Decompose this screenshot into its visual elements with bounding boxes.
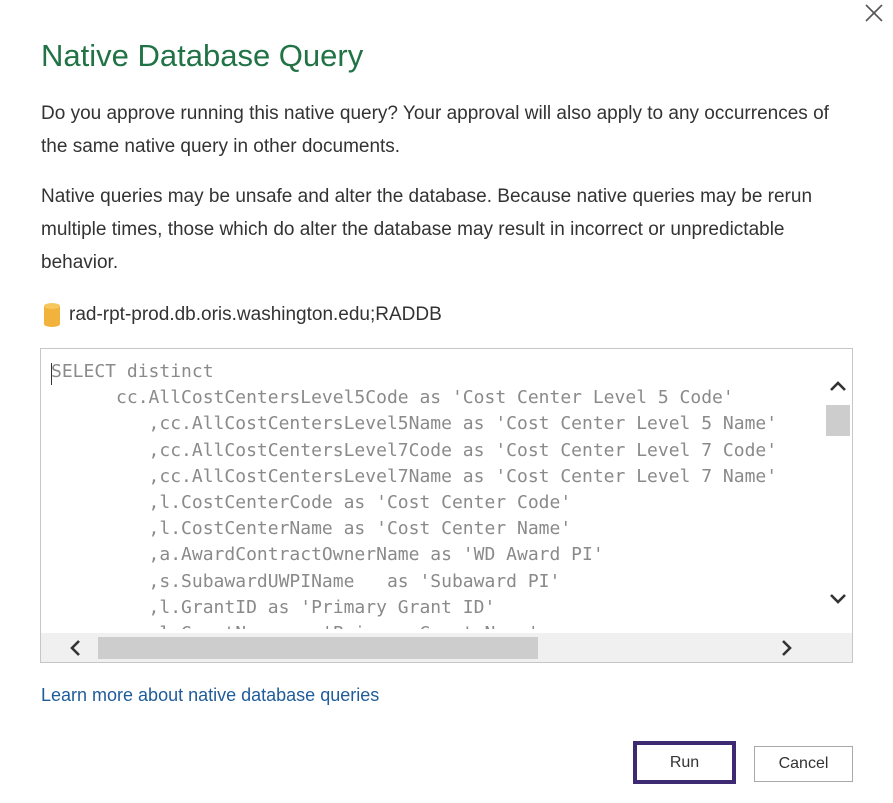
chevron-up-icon <box>830 381 846 391</box>
query-line: cc.AllCostCentersLevel5Code as 'Cost Cen… <box>116 387 734 409</box>
database-icon <box>44 303 60 327</box>
scrollbar-corner <box>824 633 852 662</box>
query-line: ,l.CostCenterName as 'Cost Center Name' <box>148 518 572 540</box>
horizontal-scroll-thumb[interactable] <box>98 637 538 659</box>
cancel-button[interactable]: Cancel <box>754 746 853 782</box>
vertical-scroll-thumb[interactable] <box>826 405 850 436</box>
query-line: ,l.CostCenterCode as 'Cost Center Code' <box>148 492 572 514</box>
close-icon <box>865 4 883 22</box>
run-button[interactable]: Run <box>633 741 736 784</box>
chevron-right-icon <box>782 640 792 656</box>
native-query-dialog: Native Database Query Do you approve run… <box>0 0 893 803</box>
query-line: ,l.GrantID as 'Primary Grant ID' <box>148 596 496 618</box>
vertical-scrollbar[interactable] <box>824 349 852 633</box>
query-line: ,s.SubawardUWPIName as 'Subaward PI' <box>148 570 561 592</box>
scroll-down-button[interactable] <box>826 587 850 611</box>
query-line: ,a.AwardContractOwnerName as 'WD Award P… <box>148 544 604 566</box>
scroll-left-button[interactable] <box>63 636 87 660</box>
chevron-left-icon <box>70 640 80 656</box>
close-button[interactable] <box>861 0 887 26</box>
query-line: ,cc.AllCostCentersLevel7Name as 'Cost Ce… <box>148 465 778 487</box>
query-line: ,cc.AllCostCentersLevel7Code as 'Cost Ce… <box>148 439 778 461</box>
query-line: ,l.GrantName as 'Primary Grant Name' <box>51 623 539 629</box>
query-line: ,cc.AllCostCentersLevel5Name as 'Cost Ce… <box>148 413 778 435</box>
query-textbox[interactable]: SELECT distinct cc.AllCostCentersLevel5C… <box>40 348 853 663</box>
query-line: SELECT distinct <box>51 361 214 382</box>
query-text[interactable]: SELECT distinct cc.AllCostCentersLevel5C… <box>51 359 821 629</box>
data-source-label: rad-rpt-prod.db.oris.washington.edu;RADD… <box>69 304 442 325</box>
warning-text: Native queries may be unsafe and alter t… <box>41 186 813 273</box>
dialog-title: Native Database Query <box>41 38 364 73</box>
approval-text: Do you approve running this native query… <box>41 103 829 157</box>
horizontal-scrollbar[interactable] <box>41 633 824 662</box>
text-caret <box>51 363 52 385</box>
scroll-up-button[interactable] <box>826 374 850 398</box>
learn-more-link[interactable]: Learn more about native database queries <box>41 685 379 706</box>
scroll-right-button[interactable] <box>775 636 799 660</box>
chevron-down-icon <box>830 594 846 604</box>
data-source: rad-rpt-prod.db.oris.washington.edu;RADD… <box>44 303 442 327</box>
